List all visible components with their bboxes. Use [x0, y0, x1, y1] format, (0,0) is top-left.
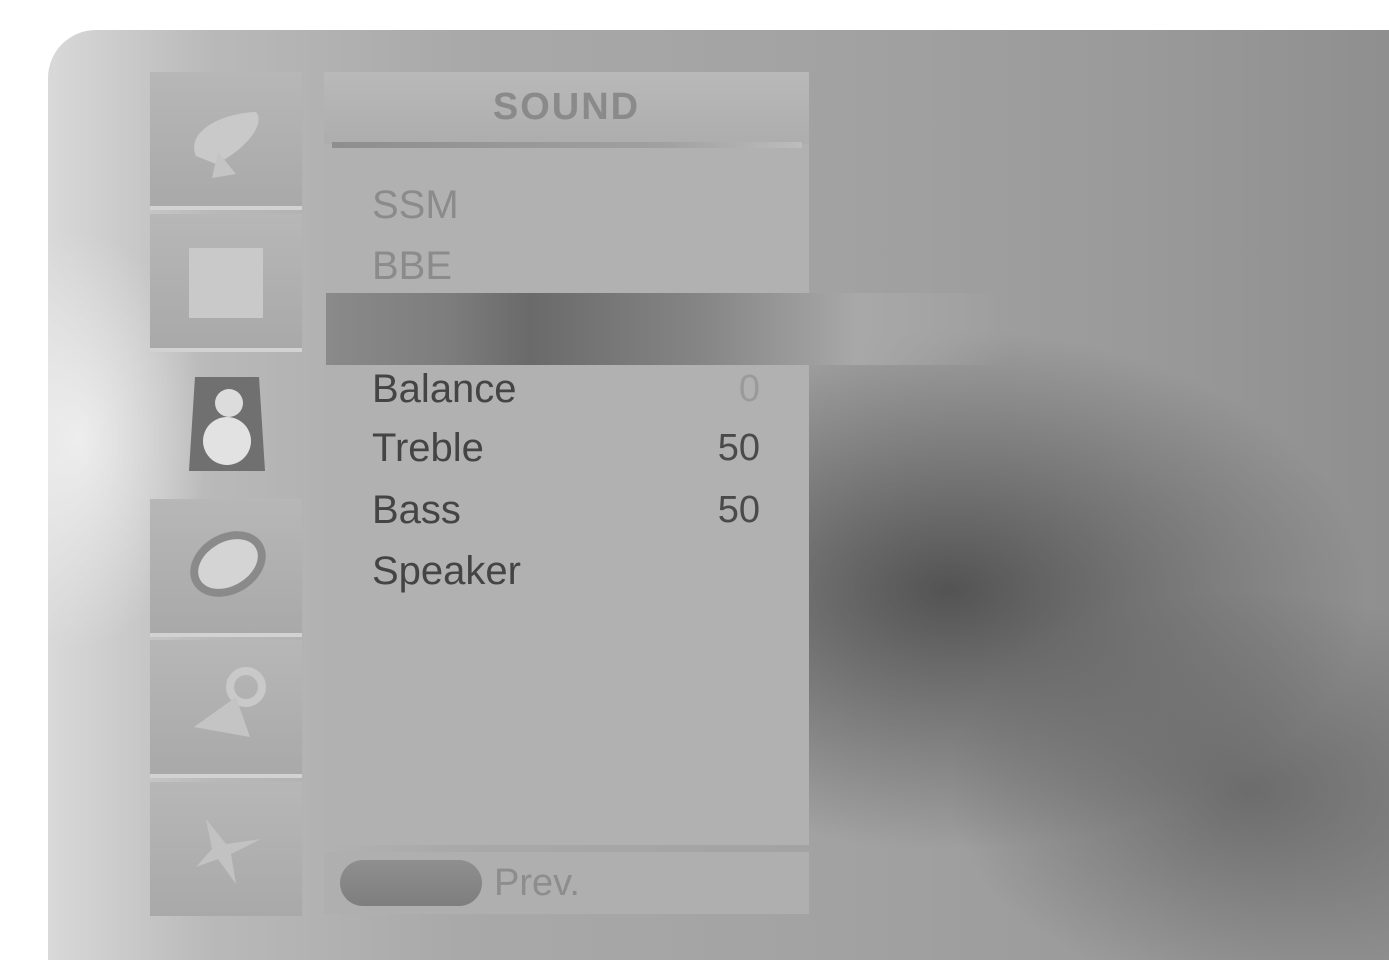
menu-title: SOUND	[492, 86, 641, 128]
sidebar	[150, 72, 302, 916]
menu-item-ssm[interactable]: SSM	[372, 180, 792, 230]
menu-item-label: Treble	[372, 426, 484, 470]
sidebar-item-time[interactable]	[150, 499, 302, 637]
sidebar-item-sound[interactable]	[150, 357, 302, 491]
menu-item-treble[interactable]: Treble 50	[372, 423, 792, 473]
menu-item-label: Bass	[372, 488, 461, 532]
satellite-dish-icon	[194, 112, 259, 178]
sidebar-item-picture[interactable]	[150, 214, 302, 352]
menu-item-label: Balance	[372, 367, 517, 411]
menu-item-label: Speaker	[372, 549, 521, 593]
picture-icon	[189, 248, 263, 318]
menu-item-bbe[interactable]: BBE	[372, 241, 792, 291]
selected-menu-item-highlight[interactable]	[326, 293, 1006, 365]
airplane-icon	[196, 819, 261, 884]
sidebar-item-option[interactable]	[150, 782, 302, 916]
menu-footer: Prev.	[324, 852, 809, 914]
title-divider	[332, 142, 802, 148]
menu-item-label: BBE	[372, 244, 453, 288]
menu-button[interactable]	[340, 860, 482, 906]
menu-item-value: 0	[738, 368, 760, 410]
menu-item-value: 50	[717, 489, 760, 531]
menu-item-value: 50	[717, 427, 760, 469]
prev-label: Prev.	[494, 862, 580, 904]
sidebar-item-lock[interactable]	[150, 640, 302, 778]
speaker-icon	[189, 377, 265, 471]
menu-item-bass[interactable]: Bass 50	[372, 485, 792, 535]
menu-item-label: SSM	[372, 183, 459, 227]
menu-title-bar: SOUND	[324, 72, 809, 144]
clock-icon	[190, 531, 266, 597]
sidebar-item-station[interactable]	[150, 72, 302, 210]
menu-item-balance[interactable]: Balance 0	[372, 364, 792, 414]
menu-item-speaker[interactable]: Speaker	[372, 546, 792, 596]
padlock-icon	[194, 667, 266, 737]
